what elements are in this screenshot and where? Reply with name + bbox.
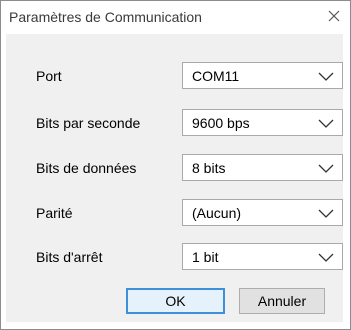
port-label: Port	[36, 68, 62, 84]
parity-value: (Aucun)	[192, 205, 242, 221]
close-button[interactable]	[324, 6, 344, 26]
data-bits-label: Bits de données	[36, 160, 137, 176]
baud-rate-value: 9600 bps	[192, 115, 250, 131]
data-bits-select[interactable]: 8 bits	[182, 154, 343, 181]
stop-bits-label: Bits d'arrêt	[36, 249, 103, 265]
chevron-down-icon	[318, 209, 334, 218]
stop-bits-value: 1 bit	[192, 249, 219, 265]
close-icon	[328, 10, 340, 22]
parity-select[interactable]: (Aucun)	[182, 199, 343, 226]
data-bits-value: 8 bits	[192, 160, 226, 176]
communication-settings-dialog: Paramètres de Communication Port COM11 B…	[0, 0, 351, 330]
baud-rate-select[interactable]: 9600 bps	[182, 109, 343, 136]
title-bar[interactable]: Paramètres de Communication	[1, 1, 350, 33]
parity-label: Parité	[36, 205, 73, 221]
chevron-down-icon	[318, 72, 334, 81]
cancel-button[interactable]: Annuler	[239, 288, 325, 314]
port-select[interactable]: COM11	[182, 62, 343, 89]
chevron-down-icon	[318, 119, 334, 128]
chevron-down-icon	[318, 164, 334, 173]
baud-rate-label: Bits par seconde	[36, 115, 141, 131]
stop-bits-select[interactable]: 1 bit	[182, 243, 343, 270]
ok-button[interactable]: OK	[126, 288, 225, 314]
port-value: COM11	[192, 68, 240, 84]
chevron-down-icon	[318, 253, 334, 262]
dialog-content: Port COM11 Bits par seconde 9600 bps Bit…	[6, 34, 343, 322]
dialog-title: Paramètres de Communication	[9, 9, 202, 25]
